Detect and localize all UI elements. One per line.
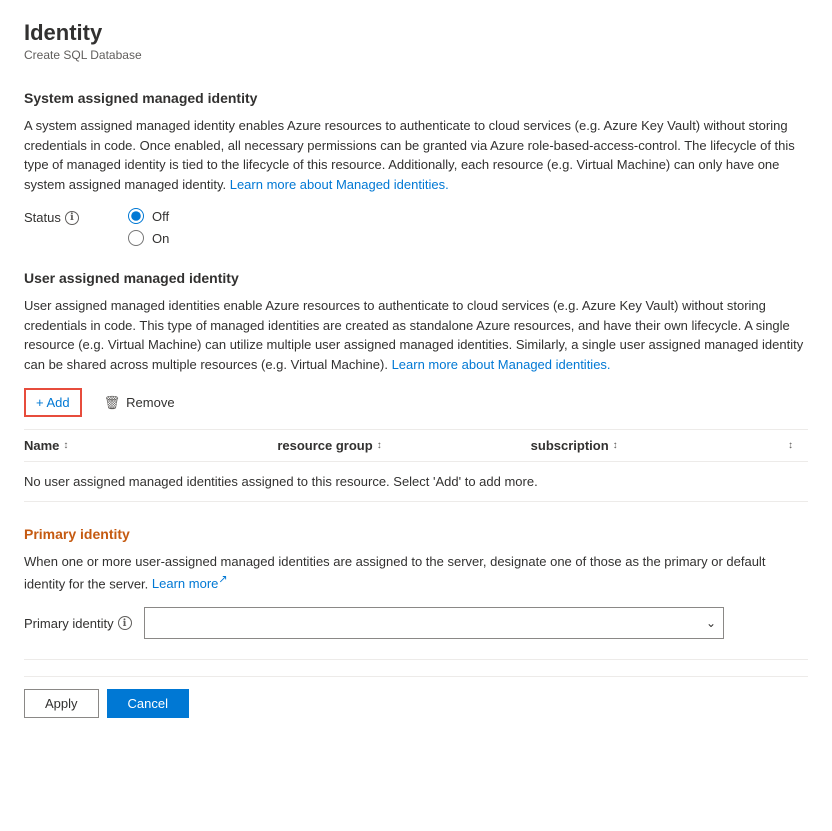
table-header: Name ↕ resource group ↕ subscription ↕ ↕ (24, 430, 808, 462)
apply-button[interactable]: Apply (24, 689, 99, 718)
user-assigned-section: User assigned managed identity User assi… (24, 270, 808, 502)
external-link-icon: ↗ (218, 574, 227, 586)
trash-icon: 🗑 (104, 395, 121, 411)
col-actions: ↕ (784, 438, 808, 453)
sort-actions-icon[interactable]: ↕ (788, 440, 793, 451)
radio-on[interactable]: On (128, 230, 169, 246)
primary-identity-dropdown[interactable] (144, 607, 724, 639)
status-row: Status ℹ Off On (24, 208, 808, 246)
primary-identity-description: When one or more user-assigned managed i… (24, 552, 808, 593)
sort-sub-icon[interactable]: ↕ (613, 440, 618, 451)
system-assigned-learn-more-link[interactable]: Learn more about Managed identities. (230, 177, 449, 192)
system-assigned-section: System assigned managed identity A syste… (24, 90, 808, 246)
user-assigned-description: User assigned managed identities enable … (24, 296, 808, 374)
sort-rg-icon[interactable]: ↕ (377, 440, 382, 451)
footer-actions: Apply Cancel (24, 676, 808, 718)
user-assigned-learn-more-link[interactable]: Learn more about Managed identities. (392, 357, 611, 372)
status-radio-group: Off On (128, 208, 169, 246)
primary-identity-row: Primary identity ℹ ⌄ (24, 607, 808, 639)
user-assigned-table: Name ↕ resource group ↕ subscription ↕ ↕… (24, 429, 808, 502)
primary-identity-title: Primary identity (24, 526, 808, 542)
cancel-button[interactable]: Cancel (107, 689, 189, 718)
add-button[interactable]: + Add (24, 388, 82, 417)
table-empty-message: No user assigned managed identities assi… (24, 462, 808, 501)
page-subtitle: Create SQL Database (24, 48, 808, 62)
page-title: Identity (24, 20, 808, 46)
remove-button[interactable]: 🗑 Remove (94, 390, 185, 416)
col-name: Name ↕ (24, 438, 277, 453)
status-label: Status ℹ (24, 210, 104, 225)
radio-on-label: On (152, 231, 169, 246)
user-assigned-title: User assigned managed identity (24, 270, 808, 286)
status-info-icon[interactable]: ℹ (65, 211, 79, 225)
primary-identity-label: Primary identity ℹ (24, 616, 134, 631)
col-resource-group: resource group ↕ (277, 438, 530, 453)
primary-identity-section: Primary identity When one or more user-a… (24, 526, 808, 639)
primary-identity-learn-more-link[interactable]: Learn more↗ (152, 576, 228, 591)
radio-off-input[interactable] (128, 208, 144, 224)
primary-identity-dropdown-wrapper: ⌄ (144, 607, 724, 639)
remove-label: Remove (126, 395, 174, 410)
col-subscription: subscription ↕ (531, 438, 784, 453)
primary-identity-info-icon[interactable]: ℹ (118, 616, 132, 630)
radio-off-label: Off (152, 209, 169, 224)
radio-off[interactable]: Off (128, 208, 169, 224)
user-assigned-actions: + Add 🗑 Remove (24, 388, 808, 417)
sort-name-icon[interactable]: ↕ (63, 440, 68, 451)
radio-on-input[interactable] (128, 230, 144, 246)
footer-divider (24, 659, 808, 660)
system-assigned-title: System assigned managed identity (24, 90, 808, 106)
system-assigned-description: A system assigned managed identity enabl… (24, 116, 808, 194)
